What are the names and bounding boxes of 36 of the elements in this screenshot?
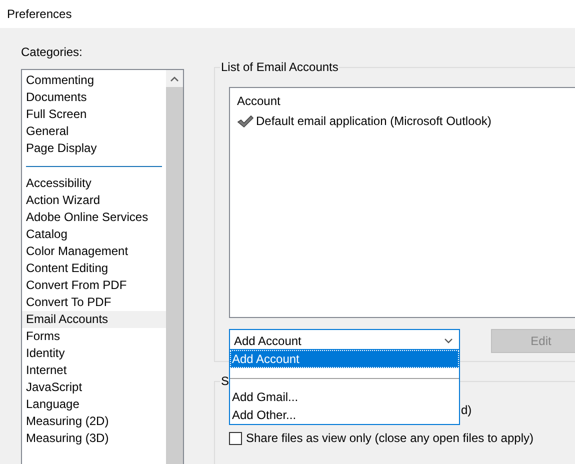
category-item[interactable]: Documents [22,89,166,106]
option-label: d) [461,403,472,417]
category-item[interactable]: Adobe Online Services [22,209,166,226]
category-item[interactable]: JavaScript [22,379,166,396]
checkbox[interactable] [229,432,242,444]
dropdown-option[interactable]: Add Other... [230,406,459,424]
category-item[interactable]: Measuring (2D) [22,413,166,430]
scrollbar[interactable] [166,70,183,464]
category-item[interactable]: Commenting [22,72,166,89]
category-item[interactable]: Forms [22,328,166,345]
category-item[interactable]: Internet [22,362,166,379]
category-item[interactable]: Language [22,396,166,413]
column-header: Account [237,94,282,108]
categories-label: Categories: [21,45,82,61]
category-item[interactable]: Color Management [22,243,166,260]
window-title: Preferences [7,7,72,21]
category-item[interactable]: Convert To PDF [22,294,166,311]
category-item[interactable]: Page Display [22,140,166,157]
category-item[interactable]: Content Editing [22,260,166,277]
category-item[interactable]: Accessibility [22,175,166,192]
account-name[interactable]: Default email application (Microsoft Outlook) [256,114,492,128]
dropdown-option[interactable]: Add Gmail... [230,388,459,406]
category-item[interactable]: Convert From PDF [22,277,166,294]
category-item[interactable]: Measuring (3D) [22,430,166,447]
chevron-down-icon [444,338,453,344]
category-item[interactable]: Identity [22,345,166,362]
option-label[interactable]: Share files as view only (close any open files to apply) [246,431,534,445]
category-item[interactable]: Email Accounts [22,311,166,328]
category-item[interactable]: General [22,123,166,140]
group-title: List of Email Accounts [220,60,340,74]
category-item[interactable]: Catalog [22,226,166,243]
category-item[interactable]: Action Wizard [22,192,166,209]
category-item[interactable]: Full Screen [22,106,166,123]
group-title: S [220,374,230,388]
dropdown-option[interactable]: Add Account [230,350,459,368]
scroll-up-icon[interactable] [170,76,179,82]
